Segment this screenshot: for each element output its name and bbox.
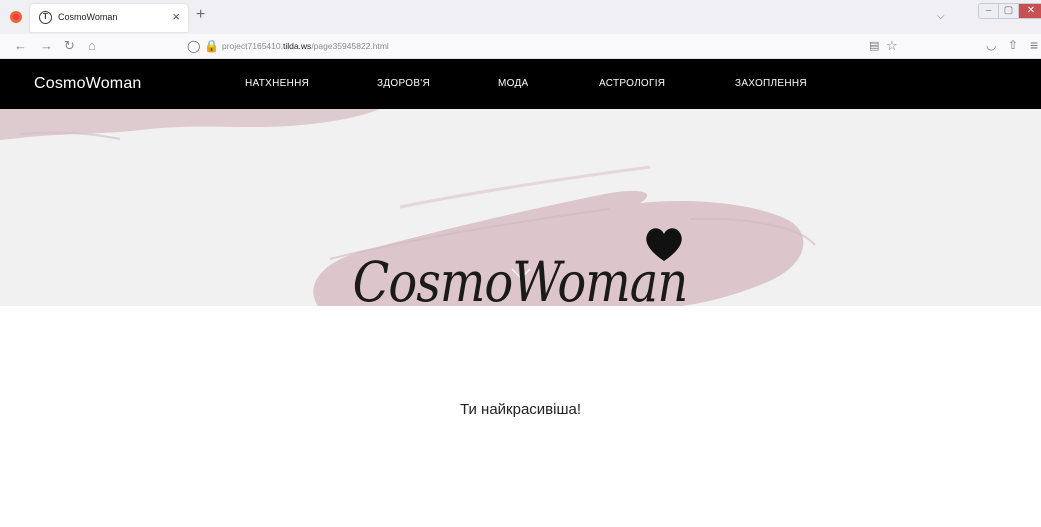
site-permissions-icon[interactable]: 🔒 — [204, 38, 219, 54]
minimize-window-icon[interactable]: – — [979, 4, 999, 18]
tracking-shield-icon[interactable]: ◯ — [187, 38, 200, 54]
nav-item-astrology[interactable]: АСТРОЛОГІЯ — [599, 78, 665, 89]
url-host: tilda.ws — [282, 41, 312, 51]
site-logo[interactable]: CosmoWoman — [34, 75, 142, 93]
url-prefix: project7165410. — [222, 41, 283, 51]
window-controls: – ▢ ✕ — [978, 3, 1041, 19]
nav-item-health[interactable]: ЗДОРОВ'Я — [377, 78, 430, 89]
browser-nav-bar: ← → ↻ ⌂ ◯ 🔒 project7165410.tilda.ws/page… — [0, 34, 1041, 59]
tilda-favicon-icon: T — [39, 11, 52, 24]
url-bar[interactable]: project7165410.tilda.ws/page35945822.htm… — [222, 41, 389, 51]
tab-title: CosmoWoman — [58, 12, 118, 22]
reload-icon[interactable]: ↻ — [64, 38, 75, 54]
hamburger-menu-icon[interactable]: ≡ — [1030, 37, 1038, 53]
forward-arrow-icon[interactable]: → — [40, 38, 53, 54]
browser-tab-active[interactable]: T CosmoWoman × — [30, 4, 188, 32]
bookmark-star-icon[interactable]: ☆ — [886, 38, 898, 53]
url-path: /page35945822.html — [311, 41, 389, 51]
browser-tab-bar: T CosmoWoman × + ⌵ – ▢ ✕ — [0, 0, 1041, 34]
tab-close-icon[interactable]: × — [172, 10, 180, 24]
reader-view-icon[interactable]: ▤ — [869, 39, 879, 53]
brush-stroke-top — [0, 109, 380, 140]
hero-banner: CosmoWoman — [0, 109, 1041, 306]
pocket-icon[interactable]: ◡ — [986, 38, 996, 53]
nav-item-hobbies[interactable]: ЗАХОПЛЕННЯ — [735, 78, 807, 89]
home-icon[interactable]: ⌂ — [88, 38, 96, 54]
site-header: CosmoWoman НАТХНЕННЯ ЗДОРОВ'Я МОДА АСТРО… — [0, 59, 1041, 109]
close-window-icon[interactable]: ✕ — [1019, 4, 1041, 18]
maximize-window-icon[interactable]: ▢ — [999, 4, 1019, 18]
new-tab-icon[interactable]: + — [196, 7, 205, 23]
nav-item-fashion[interactable]: МОДА — [498, 78, 529, 89]
hero-script-title: CosmoWoman — [353, 251, 688, 306]
back-arrow-icon[interactable]: ← — [14, 38, 27, 54]
page-headline: Ти найкрасивіша! — [459, 401, 582, 418]
firefox-logo-icon[interactable] — [8, 9, 24, 25]
hero-artwork: CosmoWoman — [0, 109, 816, 306]
list-all-tabs-icon[interactable]: ⌵ — [937, 11, 945, 22]
nav-item-inspiration[interactable]: НАТХНЕННЯ — [245, 78, 309, 89]
extensions-icon[interactable]: ⇧ — [1008, 38, 1018, 53]
